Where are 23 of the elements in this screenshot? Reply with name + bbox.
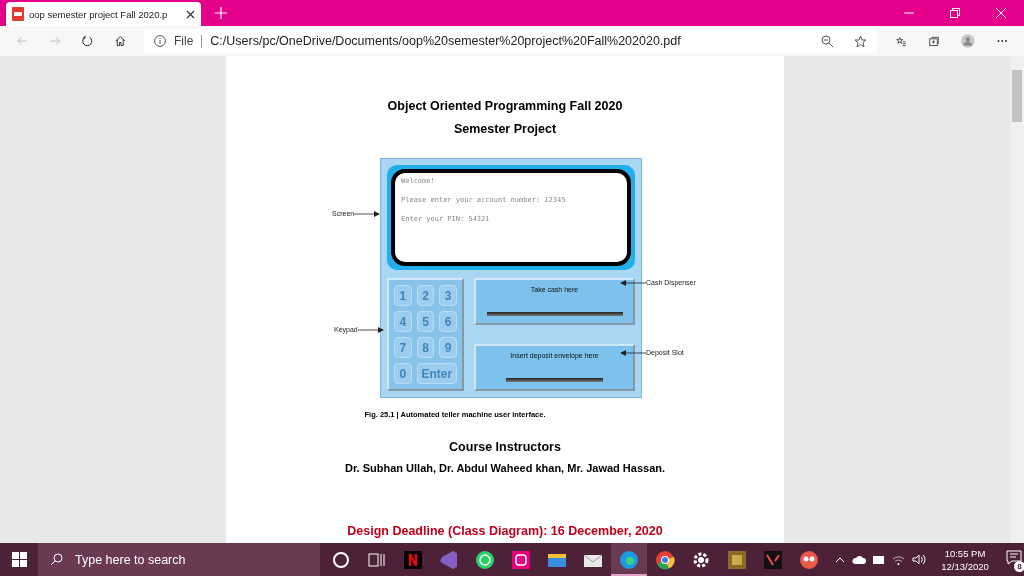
- keypad-key[interactable]: 6: [439, 311, 457, 332]
- keypad-key[interactable]: 1: [394, 285, 412, 306]
- instructors-heading: Course Instructors: [449, 440, 561, 454]
- keypad-key[interactable]: 3: [439, 285, 457, 306]
- scheme-label: File: [174, 34, 194, 48]
- notification-badge: 8: [1014, 561, 1024, 572]
- keypad-key[interactable]: 5: [416, 311, 435, 332]
- keypad-key[interactable]: 4: [394, 311, 412, 332]
- instructors-text: Dr. Subhan Ullah, Dr. Abdul Waheed khan, Mr. Jawad Hassan.: [344, 462, 666, 474]
- document-title: Object Oriented Programming Fall 2020: [387, 99, 623, 113]
- taskbar-clock[interactable]: 10:55 PM 12/13/2020: [933, 546, 997, 573]
- keypad-key[interactable]: 9: [439, 337, 457, 358]
- keypad-key[interactable]: 8: [416, 337, 435, 358]
- document-subtitle: Semester Project: [453, 122, 557, 136]
- taskbar-search-field[interactable]: Type here to search: [38, 543, 320, 576]
- address-field[interactable]: File C:/Users/pc/OneDrive/Documents/oop%20semester%20project%20Fall%202020.pdf: [144, 29, 877, 53]
- keypad-key[interactable]: Enter: [416, 363, 457, 384]
- browser-tab[interactable]: oop semester project Fall 2020.p: [6, 2, 201, 26]
- keypad-key[interactable]: 0: [394, 363, 412, 384]
- keypad-key[interactable]: 2: [416, 285, 435, 306]
- url-text: C:/Users/pc/OneDrive/Documents/oop%20semester%20project%20Fall%202020.pdf: [210, 34, 681, 48]
- deadline-text: Design Deadline (Class Diagram): 16 December, 2020: [347, 524, 663, 538]
- keypad-key[interactable]: 7: [394, 337, 412, 358]
